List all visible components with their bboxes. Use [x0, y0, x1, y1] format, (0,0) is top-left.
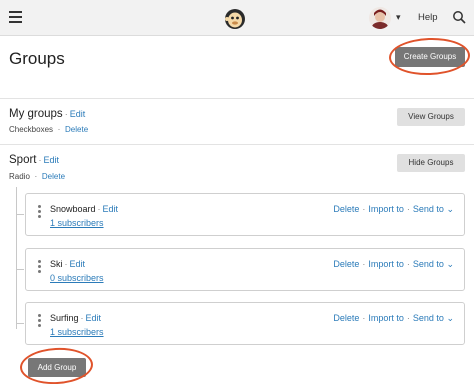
subscribers-link[interactable]: 0 subscribers	[50, 273, 104, 283]
group-title: Sport · Edit	[9, 154, 59, 166]
item-title: Ski · Edit	[50, 259, 85, 269]
delete-group-link[interactable]: Delete	[65, 125, 88, 134]
group-name: Sport	[9, 154, 37, 166]
edit-item-link[interactable]: Edit	[70, 259, 86, 269]
tree-line	[16, 187, 17, 329]
delete-group-link[interactable]: Delete	[42, 172, 65, 181]
import-to-link[interactable]: Import to	[368, 313, 404, 323]
separator-dot: ·	[80, 313, 84, 323]
send-to-link[interactable]: Send to	[413, 313, 444, 323]
drag-handle-icon[interactable]	[38, 314, 41, 328]
item-actions: Delete · Import to · Send to ⌄	[333, 259, 454, 270]
separator-dot: ·	[406, 259, 410, 269]
chevron-down-icon[interactable]: ⌄	[446, 313, 454, 323]
edit-group-link[interactable]: Edit	[70, 109, 86, 119]
subscribers-link[interactable]: 1 subscribers	[50, 218, 104, 228]
group-type: Checkboxes	[9, 125, 54, 134]
drag-handle-icon[interactable]	[38, 205, 41, 219]
hamburger-icon[interactable]	[9, 11, 22, 23]
item-actions: Delete · Import to · Send to ⌄	[333, 204, 454, 215]
group-item-card: Ski · Edit 0 subscribers Delete · Import to ·…	[25, 248, 465, 291]
group-name: My groups	[9, 108, 63, 120]
help-link[interactable]: Help	[418, 12, 438, 23]
separator-dot: ·	[97, 204, 101, 214]
add-group-button[interactable]: Add Group	[28, 358, 86, 377]
chevron-down-icon[interactable]: ⌄	[446, 204, 454, 214]
hide-groups-button[interactable]: Hide Groups	[397, 154, 465, 172]
delete-item-link[interactable]: Delete	[333, 313, 359, 323]
edit-group-link[interactable]: Edit	[44, 155, 60, 165]
item-actions: Delete · Import to · Send to ⌄	[333, 313, 454, 324]
send-to-link[interactable]: Send to	[413, 259, 444, 269]
tree-branch	[16, 214, 24, 215]
tree-branch	[16, 323, 24, 324]
delete-item-link[interactable]: Delete	[333, 204, 359, 214]
import-to-link[interactable]: Import to	[368, 259, 404, 269]
item-name: Ski	[50, 259, 63, 269]
item-name: Surfing	[50, 313, 79, 323]
group-meta: Radio · Delete	[9, 171, 65, 181]
separator-dot: ·	[31, 171, 40, 181]
tree-branch	[16, 269, 24, 270]
item-title: Surfing · Edit	[50, 313, 101, 323]
view-groups-button[interactable]: View Groups	[397, 108, 465, 126]
group-meta: Checkboxes · Delete	[9, 124, 88, 134]
search-icon[interactable]	[452, 10, 466, 24]
separator-dot: ·	[64, 259, 68, 269]
mailchimp-logo-icon[interactable]	[223, 6, 247, 30]
subscribers-link[interactable]: 1 subscribers	[50, 327, 104, 337]
delete-item-link[interactable]: Delete	[333, 259, 359, 269]
separator-dot: ·	[362, 259, 366, 269]
group-type: Radio	[9, 172, 30, 181]
separator-dot: ·	[55, 124, 64, 134]
send-to-link[interactable]: Send to	[413, 204, 444, 214]
group-item-card: Snowboard · Edit 1 subscribers Delete · Impo…	[25, 193, 465, 236]
separator-dot: ·	[406, 313, 410, 323]
chevron-down-icon[interactable]: ⌄	[446, 259, 454, 269]
edit-item-link[interactable]: Edit	[86, 313, 102, 323]
drag-handle-icon[interactable]	[38, 260, 41, 274]
item-name: Snowboard	[50, 204, 96, 214]
create-groups-button[interactable]: Create Groups	[395, 47, 465, 67]
separator-dot: ·	[362, 204, 366, 214]
user-avatar-icon[interactable]	[369, 7, 391, 29]
group-item-card: Surfing · Edit 1 subscribers Delete · Import…	[25, 302, 465, 345]
import-to-link[interactable]: Import to	[368, 204, 404, 214]
separator-dot: ·	[362, 313, 366, 323]
page-title: Groups	[9, 49, 65, 68]
item-title: Snowboard · Edit	[50, 204, 118, 214]
separator-dot: ·	[64, 109, 68, 119]
edit-item-link[interactable]: Edit	[103, 204, 119, 214]
separator-dot: ·	[406, 204, 410, 214]
group-title: My groups · Edit	[9, 108, 85, 120]
divider	[0, 144, 474, 145]
top-bar: ▾ Help	[0, 0, 474, 36]
separator-dot: ·	[38, 155, 42, 165]
chevron-down-icon[interactable]: ▾	[396, 12, 401, 23]
divider	[0, 98, 474, 99]
